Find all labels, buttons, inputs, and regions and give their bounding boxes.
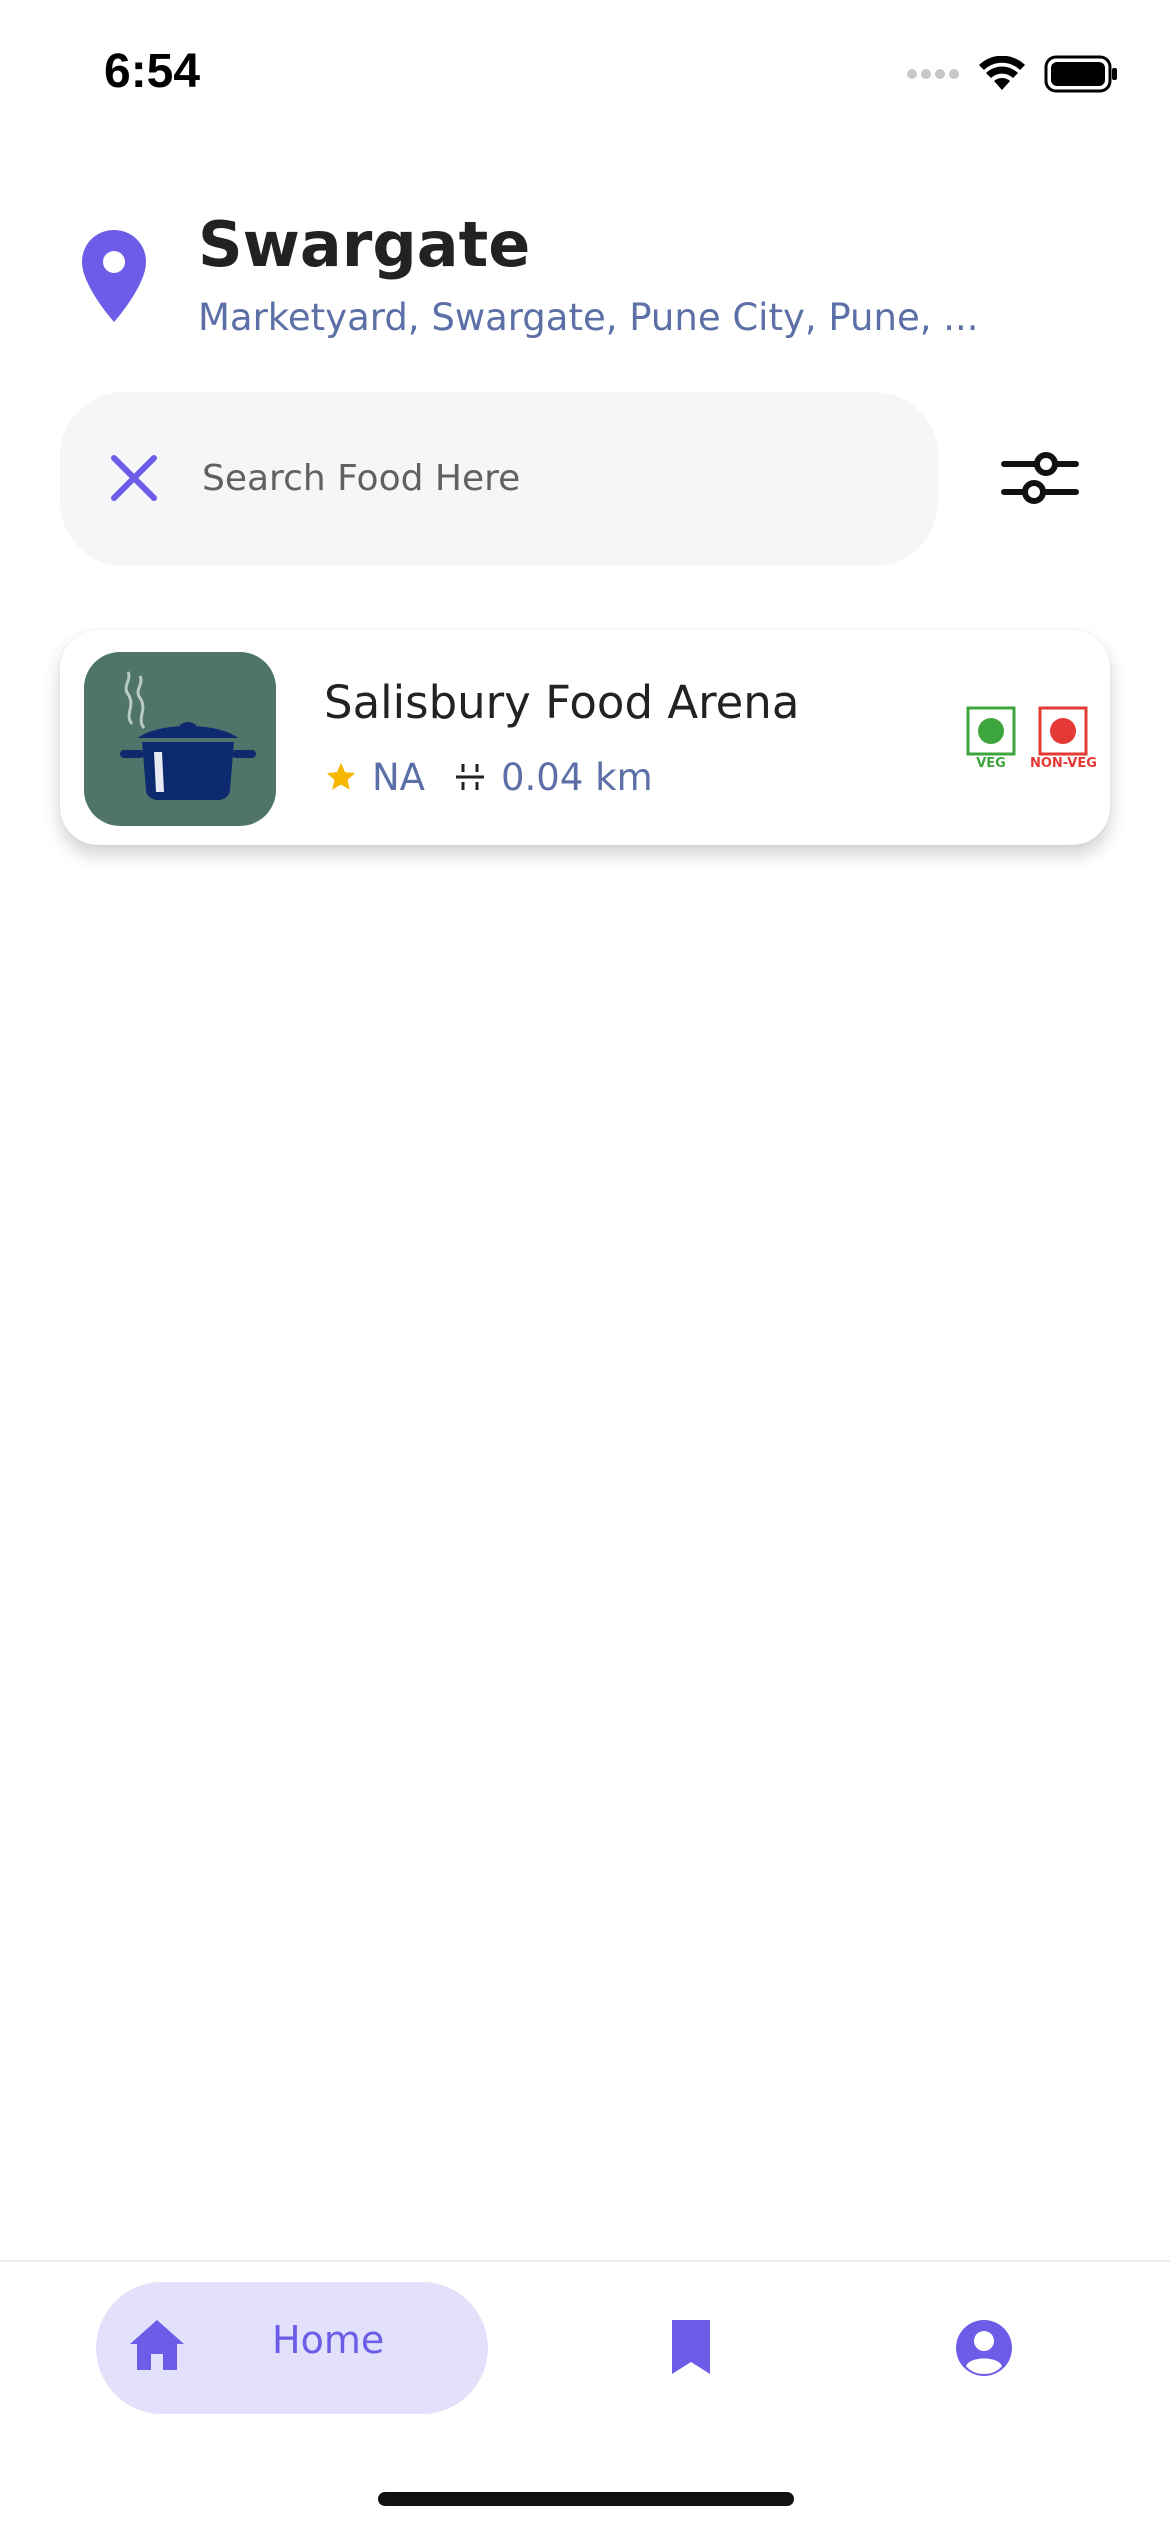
home-indicator [378,2492,794,2506]
signal-icon [907,69,959,79]
non-veg-label: NON-VEG [1030,756,1097,771]
restaurant-distance: 0.04 km [501,755,653,799]
location-address[interactable]: Marketyard, Swargate, Pune City, Pune, .… [198,296,979,339]
sliders-icon[interactable] [998,444,1082,512]
close-icon[interactable] [104,448,164,508]
location-pin-icon [82,230,146,322]
restaurant-image [84,652,276,826]
bookmark-icon[interactable] [668,2318,714,2376]
battery-icon [1044,55,1117,93]
profile-icon[interactable] [954,2318,1014,2378]
veg-label: VEG [976,756,1006,771]
nav-home-label[interactable]: Home [272,2318,384,2362]
bottom-nav-divider [0,2260,1170,2262]
wifi-icon [979,56,1025,90]
veg-icon [966,706,1016,756]
restaurant-name: Salisbury Food Arena [324,676,800,729]
non-veg-icon [1038,706,1088,756]
status-icons [906,52,1118,96]
status-time: 6:54 [104,45,201,98]
cooking-pot-icon [120,671,256,800]
distance-icon [456,764,484,790]
restaurant-rating: NA [372,755,425,799]
search-input[interactable] [202,440,882,516]
star-icon [326,762,356,790]
restaurant-meta: NA 0.04 km [324,752,653,802]
home-icon[interactable] [128,2318,186,2372]
location-title[interactable]: Swargate [198,208,530,281]
